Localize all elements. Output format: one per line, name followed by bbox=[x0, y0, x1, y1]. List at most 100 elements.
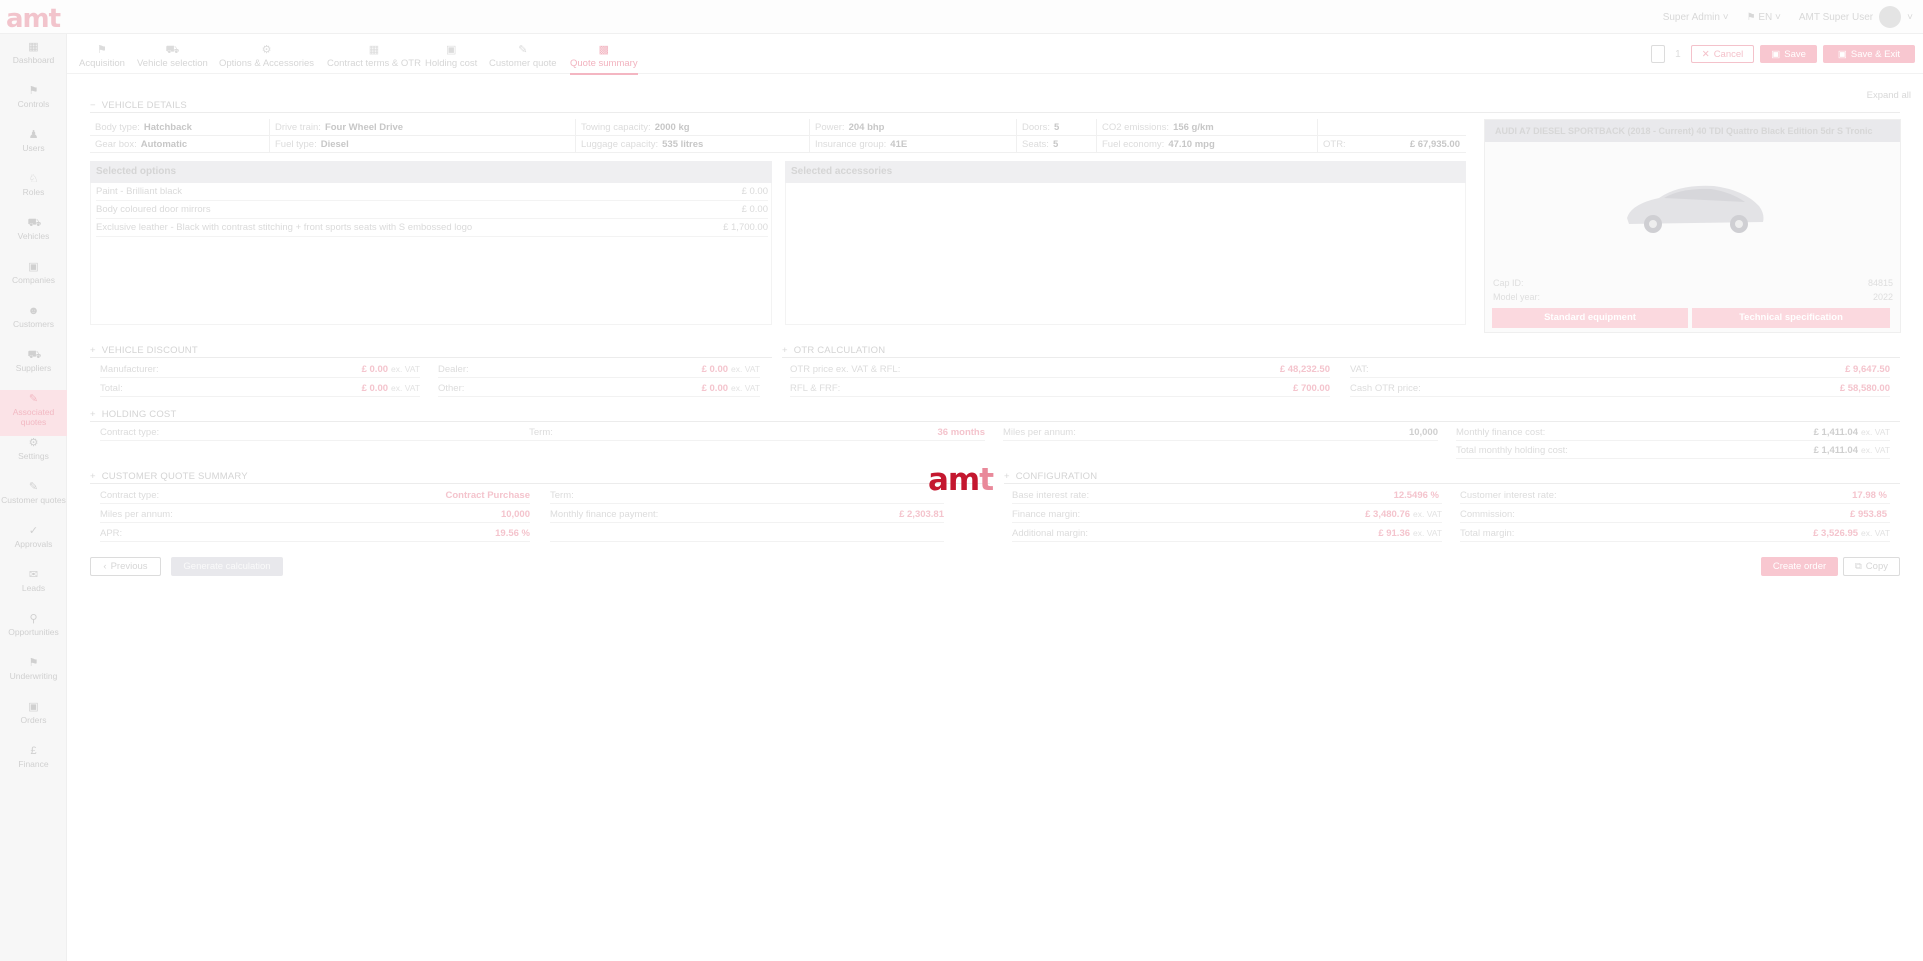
sidebar-item-9[interactable]: ⚙ Settings bbox=[0, 434, 67, 474]
detail-cell: Seats: 5 bbox=[1016, 136, 1096, 152]
total-holding-label: Total monthly holding cost: bbox=[1456, 444, 1568, 456]
configuration-title[interactable]: CONFIGURATION bbox=[1004, 471, 1097, 482]
customer-quote-summary-title[interactable]: CUSTOMER QUOTE SUMMARY bbox=[90, 471, 248, 482]
save-button[interactable]: ▣ Save bbox=[1760, 45, 1817, 63]
kv-value: £ 3,480.76 bbox=[1365, 508, 1411, 520]
vehicle-details-title[interactable]: VEHICLE DETAILS bbox=[90, 100, 187, 111]
kv-label: Dealer: bbox=[438, 363, 469, 375]
sidebar-item-1[interactable]: ⚑ Controls bbox=[0, 82, 67, 122]
tab-3[interactable]: ▦ Contract terms & OTR bbox=[327, 44, 421, 69]
technical-specification-button[interactable]: Technical specification bbox=[1692, 308, 1890, 328]
sidebar-item-label: Underwriting bbox=[9, 671, 58, 681]
divider bbox=[90, 421, 1900, 422]
model-year-value: 2022 bbox=[1872, 292, 1893, 302]
tab-icon: ⚙ bbox=[261, 44, 272, 56]
sidebar-item-0[interactable]: ▦ Dashboard bbox=[0, 38, 67, 78]
divider bbox=[90, 483, 990, 484]
copy-button[interactable]: ⧉ Copy bbox=[1843, 557, 1900, 576]
sidebar-item-7[interactable]: ⛟ Suppliers bbox=[0, 346, 67, 386]
app-logo[interactable]: amt bbox=[6, 4, 61, 34]
vat-suffix: ex. VAT bbox=[731, 364, 760, 374]
tab-icon: ▣ bbox=[445, 44, 457, 56]
user-menu[interactable]: AMT Super User ˅ bbox=[1799, 6, 1913, 28]
kv-row bbox=[550, 525, 944, 542]
kv-label: Total margin: bbox=[1460, 527, 1515, 539]
language-selector[interactable]: ⚑ EN ˅ bbox=[1747, 12, 1781, 23]
chevron-down-icon: ˅ bbox=[1907, 11, 1913, 23]
miles-value: 10,000 bbox=[1408, 426, 1438, 438]
copy-label: Copy bbox=[1865, 561, 1888, 572]
sidebar-item-15[interactable]: ▣ Orders bbox=[0, 698, 67, 738]
approvals-icon: ✓ bbox=[28, 525, 39, 537]
save-exit-label: Save & Exit bbox=[1850, 48, 1900, 60]
kv-label: Contract type: bbox=[100, 489, 160, 501]
kv-value: £ 91.36 bbox=[1378, 527, 1411, 539]
kv-row: Base interest rate: 12.5496 % bbox=[1012, 487, 1442, 504]
total-holding-row: Total monthly holding cost: £ 1,411.04 ex… bbox=[1456, 442, 1890, 459]
otr-calculation-title[interactable]: OTR CALCULATION bbox=[782, 345, 885, 356]
role-selector[interactable]: Super Admin ˅ bbox=[1663, 12, 1729, 23]
tab-6[interactable]: ▩ Quote summary bbox=[570, 44, 638, 75]
tab-icon: ⛟ bbox=[165, 44, 180, 56]
vehicle-details-row-2: Gear box: Automatic Fuel type: Diesel Luggag… bbox=[90, 136, 1466, 153]
logo-main: am bbox=[928, 462, 980, 498]
sidebar-item-11[interactable]: ✓ Approvals bbox=[0, 522, 67, 562]
kv-label: Customer interest rate: bbox=[1460, 489, 1557, 501]
sidebar-item-2[interactable]: ♟ Users bbox=[0, 126, 67, 166]
generate-calculation-button[interactable]: Generate calculation bbox=[171, 557, 283, 576]
holding-cost-title[interactable]: HOLDING COST bbox=[90, 409, 177, 420]
kv-value: £ 2,303.81 bbox=[899, 508, 944, 520]
detail-cell bbox=[1317, 119, 1466, 135]
sidebar-item-label: Finance bbox=[18, 759, 49, 769]
kv-label: Base interest rate: bbox=[1012, 489, 1090, 501]
detail-label: CO2 emissions: bbox=[1102, 121, 1170, 133]
detail-value: 47.10 mpg bbox=[1168, 138, 1215, 150]
sidebar-item-8[interactable]: ✎ Associated quotes bbox=[0, 390, 67, 436]
sidebar-item-14[interactable]: ⚑ Underwriting bbox=[0, 654, 67, 694]
tab-0[interactable]: ⚑ Acquisition bbox=[79, 44, 125, 69]
save-label: Save bbox=[1784, 48, 1806, 60]
detail-value: 535 litres bbox=[662, 138, 704, 150]
tab-1[interactable]: ⛟ Vehicle selection bbox=[137, 44, 208, 69]
standard-equipment-button[interactable]: Standard equipment bbox=[1492, 308, 1688, 328]
create-order-button[interactable]: Create order bbox=[1761, 557, 1838, 576]
tab-label: Vehicle selection bbox=[137, 58, 208, 69]
detail-cell: Gear box: Automatic bbox=[90, 136, 269, 152]
model-year-label: Model year: bbox=[1493, 292, 1541, 302]
kv-value: £ 0.00 bbox=[701, 382, 729, 394]
sidebar-item-10[interactable]: ✎ Customer quotes bbox=[0, 478, 67, 518]
tab-5[interactable]: ✎ Customer quote bbox=[489, 44, 557, 69]
document-icon[interactable] bbox=[1651, 45, 1666, 63]
cap-id-label: Cap ID: bbox=[1493, 278, 1524, 288]
tab-2[interactable]: ⚙ Options & Accessories bbox=[219, 44, 314, 69]
sidebar-item-3[interactable]: ♘ Roles bbox=[0, 170, 67, 210]
sidebar-item-4[interactable]: ⛟ Vehicles bbox=[0, 214, 67, 254]
monthly-finance-row: Monthly finance cost: £ 1,411.04 ex. VAT bbox=[1456, 424, 1890, 441]
tab-icon: ▩ bbox=[598, 44, 609, 56]
sidebar-item-6[interactable]: ☻ Customers bbox=[0, 302, 67, 342]
detail-cell: Body type: Hatchback bbox=[90, 119, 269, 135]
kv-row: RFL & FRF: £ 700.00 bbox=[790, 380, 1330, 397]
tab-4[interactable]: ▣ Holding cost bbox=[425, 44, 477, 69]
previous-button[interactable]: ‹ Previous bbox=[90, 557, 161, 576]
cap-id-value: 84815 bbox=[1867, 278, 1893, 288]
sidebar-item-5[interactable]: ▣ Companies bbox=[0, 258, 67, 298]
kv-label: Commission: bbox=[1460, 508, 1515, 520]
kv-label: Additional margin: bbox=[1012, 527, 1089, 539]
cancel-button[interactable]: ✕ Cancel bbox=[1690, 45, 1755, 63]
detail-label: Gear box: bbox=[95, 138, 137, 150]
vat-suffix: ex. VAT bbox=[1861, 528, 1890, 538]
sidebar-item-16[interactable]: £ Finance bbox=[0, 742, 67, 782]
detail-cell: Power: 204 bhp bbox=[809, 119, 1016, 135]
sidebar-item-label: Opportunities bbox=[8, 627, 59, 637]
vehicle-discount-title[interactable]: VEHICLE DISCOUNT bbox=[90, 345, 198, 356]
sidebar-item-13[interactable]: ⚲ Opportunities bbox=[0, 610, 67, 650]
kv-label: APR: bbox=[100, 527, 123, 539]
tab-label: Acquisition bbox=[79, 58, 125, 69]
kv-row: Cash OTR price: £ 58,580.00 bbox=[1350, 380, 1890, 397]
expand-all-link[interactable]: Expand all bbox=[1867, 90, 1911, 101]
top-bar: amt Super Admin ˅ ⚑ EN ˅ AMT Super User ˅ bbox=[0, 0, 1923, 34]
sidebar-item-12[interactable]: ✉ Leads bbox=[0, 566, 67, 606]
detail-cell: Fuel type: Diesel bbox=[269, 136, 575, 152]
save-exit-button[interactable]: ▣ Save & Exit bbox=[1822, 45, 1915, 63]
